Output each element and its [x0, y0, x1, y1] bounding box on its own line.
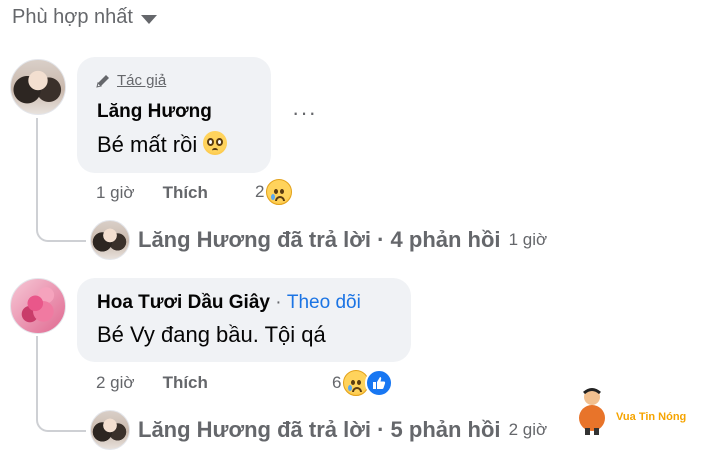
mascot-icon: [579, 388, 605, 435]
like-button[interactable]: Thích: [163, 183, 208, 203]
view-replies[interactable]: Lăng Hương đã trả lời · 4 phản hồi 1 giờ: [90, 220, 547, 260]
caret-down-icon: [141, 14, 157, 24]
like-reaction-icon: [365, 369, 394, 397]
reply-avatar: [90, 220, 130, 260]
separator: ·: [275, 292, 282, 313]
author-badge-label: Tác giả: [117, 72, 167, 89]
reaction-count: 6: [332, 373, 342, 392]
comment-actions: 1 giờ Thích: [96, 183, 208, 203]
reaction-count: 2: [255, 182, 265, 201]
reaction-summary[interactable]: 2: [255, 179, 293, 205]
sort-dropdown[interactable]: Phù hợp nhất: [12, 6, 157, 29]
sad-reaction-icon: [266, 179, 293, 205]
watermark-text: Vua Tin Nóng: [616, 411, 687, 423]
follow-button[interactable]: Theo dõi: [287, 292, 361, 313]
watermark: Vua Tin Nóng: [572, 384, 686, 436]
more-options-button[interactable]: ···: [292, 100, 317, 126]
pencil-icon: [96, 74, 109, 88]
thread-line-curve: [36, 222, 86, 242]
replies-summary: Lăng Hương đã trả lời · 5 phản hồi: [138, 417, 501, 442]
reply-avatar: [90, 410, 130, 450]
comment-time[interactable]: 1 giờ: [96, 183, 135, 203]
pleading-face-icon: [203, 131, 228, 155]
reply-time: 1 giờ: [508, 230, 548, 249]
commenter-name[interactable]: Hoa Tươi Dầu Giây: [97, 292, 270, 313]
reaction-summary[interactable]: 6: [332, 369, 394, 397]
sort-label: Phù hợp nhất: [12, 6, 133, 28]
comment-text: Bé mất rồi: [97, 132, 198, 157]
thread-line: [36, 336, 38, 416]
comment-actions: 2 giờ Thích: [96, 373, 208, 393]
view-replies[interactable]: Lăng Hương đã trả lời · 5 phản hồi 2 giờ: [90, 410, 547, 450]
comment-bubble: Hoa Tươi Dầu Giây · Theo dõi Bé Vy đang …: [77, 278, 411, 362]
avatar[interactable]: [10, 59, 66, 115]
reply-time: 2 giờ: [508, 420, 548, 439]
avatar[interactable]: [10, 278, 66, 334]
comment-text-wrap: Bé mất rồi: [97, 131, 228, 158]
thumbs-up-icon: [373, 377, 386, 389]
comment-text: Bé Vy đang bầu. Tội qá: [97, 322, 326, 347]
author-badge[interactable]: Tác giả: [95, 72, 166, 89]
thread-line-curve: [36, 412, 86, 432]
commenter-header: Hoa Tươi Dầu Giây · Theo dõi: [97, 292, 361, 314]
comment-time[interactable]: 2 giờ: [96, 373, 135, 393]
thread-line: [36, 118, 38, 226]
replies-summary: Lăng Hương đã trả lời · 4 phản hồi: [138, 227, 501, 252]
comment-bubble: Tác giả Lăng Hương Bé mất rồi: [77, 57, 271, 173]
like-button[interactable]: Thích: [163, 373, 208, 393]
commenter-name[interactable]: Lăng Hương: [97, 101, 212, 123]
